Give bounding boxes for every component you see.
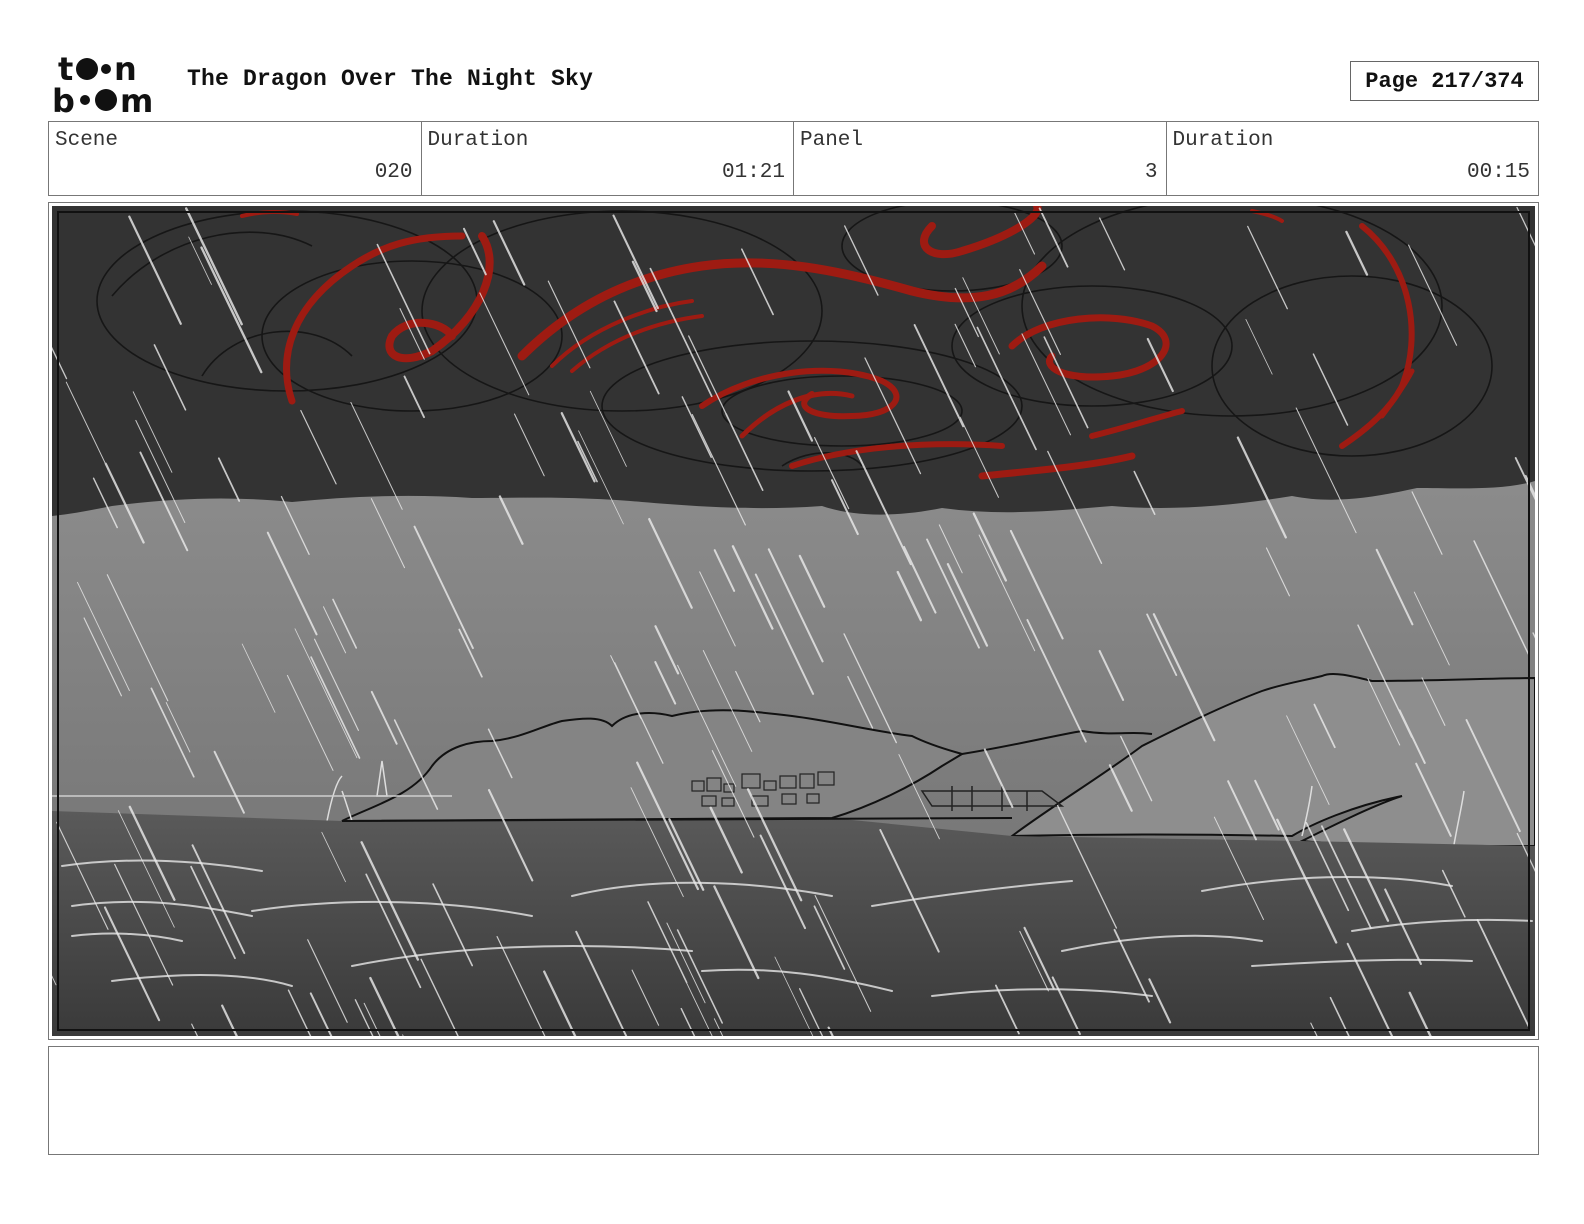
toon-boom-logo: t n b m: [52, 50, 153, 114]
panel-label: Panel: [800, 129, 864, 152]
page-indicator: Page 217/374: [1350, 61, 1539, 101]
panel-cell: Panel 3: [794, 122, 1167, 195]
svg-text:b: b: [52, 82, 75, 114]
storm-cloud: [52, 206, 1535, 516]
svg-text:m: m: [120, 82, 153, 114]
scene-duration-label: Duration: [427, 129, 529, 152]
panel-duration-value: 00:15: [1466, 161, 1530, 184]
sea: [52, 811, 1535, 1036]
panel-duration-label: Duration: [1172, 129, 1274, 152]
panel-notes-box: [48, 1046, 1539, 1155]
scene-value: 020: [374, 161, 413, 184]
scene-label: Scene: [55, 129, 119, 152]
storyboard-title: The Dragon Over The Night Sky: [187, 66, 594, 92]
panel-info-row: Scene 020 Duration 01:21 Panel 3 Duratio…: [48, 121, 1539, 196]
storyboard-panel-image: [52, 206, 1535, 1036]
scene-cell: Scene 020: [49, 122, 422, 195]
scene-duration-value: 01:21: [721, 161, 785, 184]
panel-duration-cell: Duration 00:15: [1167, 122, 1539, 195]
scene-duration-cell: Duration 01:21: [422, 122, 794, 195]
panel-value: 3: [1144, 161, 1158, 184]
